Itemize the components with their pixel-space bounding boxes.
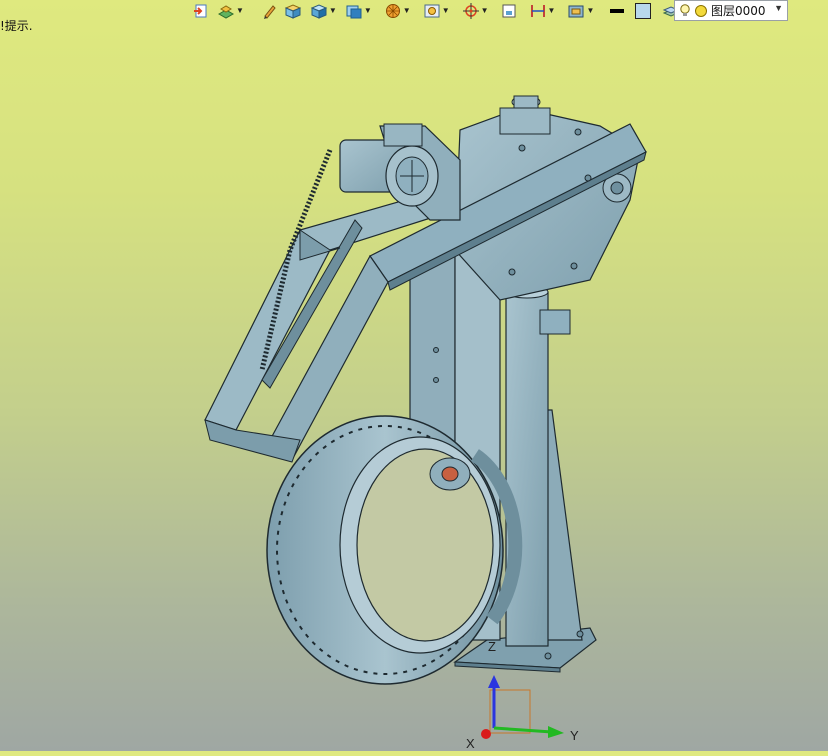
fill-color-icon	[635, 3, 652, 19]
layer-select-value: 图层0000	[711, 4, 766, 18]
zoom-window-icon	[424, 4, 440, 18]
cube-render-icon	[310, 4, 328, 19]
chevron-down-icon: ▼	[774, 3, 783, 13]
frame-icon	[502, 4, 516, 18]
chevron-down-icon: ▼	[363, 6, 372, 15]
model-canvas: Z Y X	[204, 95, 647, 751]
pen-button[interactable]	[259, 1, 279, 21]
zoom-window-button[interactable]: ▼	[420, 1, 453, 21]
target-button[interactable]: ▼	[459, 1, 492, 21]
layer-properties-button[interactable]: ▼	[214, 1, 247, 21]
chevron-down-icon: ▼	[480, 6, 489, 15]
chevron-down-icon: ▼	[236, 6, 244, 15]
view-cube-icon	[346, 5, 362, 19]
roller-hub[interactable]	[429, 457, 471, 491]
sun-icon	[695, 4, 707, 17]
axis-z-label: Z	[488, 639, 496, 654]
tire[interactable]	[266, 415, 523, 685]
axis-y-label: Y	[570, 728, 579, 743]
exit-sketch-button[interactable]	[190, 1, 212, 21]
axis-x-label: X	[466, 736, 475, 751]
chevron-down-icon: ▼	[402, 6, 411, 15]
3d-viewport[interactable]: Z Y X	[0, 22, 828, 751]
view-cube-button[interactable]: ▼	[342, 1, 375, 21]
dimension-icon	[530, 5, 545, 17]
pen-icon	[263, 5, 276, 19]
layer-properties-icon	[217, 5, 235, 19]
chevron-down-icon: ▼	[441, 6, 450, 15]
chevron-down-icon: ▼	[328, 6, 337, 15]
layer-select[interactable]: 图层0000 ▼	[674, 0, 788, 21]
solid-box-icon	[284, 4, 302, 19]
fill-color-button[interactable]	[631, 1, 655, 21]
sphere-pattern-button[interactable]: ▼	[381, 1, 414, 21]
lightbulb-icon	[680, 3, 690, 16]
chevron-down-icon: ▼	[547, 6, 556, 15]
chevron-down-icon: ▼	[586, 6, 595, 15]
exit-sketch-icon	[194, 4, 207, 18]
frame-button[interactable]	[498, 1, 520, 21]
display-mode-button[interactable]: ▼	[564, 1, 597, 21]
dimension-button[interactable]: ▼	[526, 1, 559, 21]
sphere-pattern-icon	[385, 4, 400, 18]
solid-box-button[interactable]	[281, 1, 305, 21]
target-icon	[462, 3, 479, 19]
line-color-button[interactable]	[605, 1, 629, 21]
display-mode-icon	[568, 5, 584, 18]
cube-render-button[interactable]: ▼	[307, 1, 340, 21]
line-color-icon	[610, 9, 625, 13]
